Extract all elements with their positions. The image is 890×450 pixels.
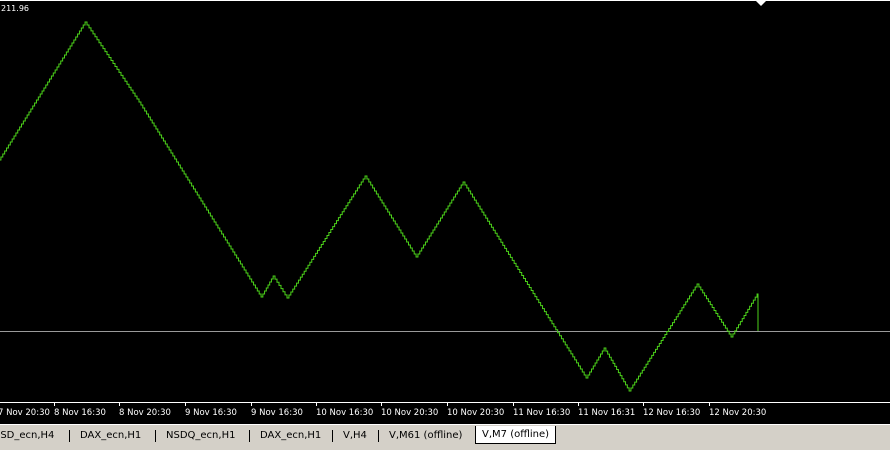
time-tick-label: 10 Nov 20:30 xyxy=(447,408,504,418)
time-tick-label: 8 Nov 20:30 xyxy=(119,408,171,418)
time-tick-label: 9 Nov 16:30 xyxy=(251,408,303,418)
chart-tab[interactable]: V,M7 (offline) xyxy=(475,426,557,444)
chart-tab[interactable]: DAX_ecn,H1 xyxy=(260,428,321,444)
time-tick-label: 7 Nov 20:30 xyxy=(0,408,50,418)
time-tick-label: 12 Nov 16:30 xyxy=(643,408,700,418)
time-tick-label: 8 Nov 16:30 xyxy=(54,408,106,418)
time-tick-label: 10 Nov 20:30 xyxy=(381,408,438,418)
time-tick-label: 10 Nov 16:30 xyxy=(316,408,373,418)
time-tick-label: 11 Nov 16:30 xyxy=(513,408,570,418)
chart-tab[interactable]: NSDQ_ecn,H1 xyxy=(166,428,235,444)
chart-tab[interactable]: USD_ecn,H4 xyxy=(0,428,54,444)
tab-separator xyxy=(332,430,333,442)
price-chart[interactable]: 211.96 7 Nov 20:30 8 Nov 16:30 8 Nov 20:30… xyxy=(0,0,890,450)
chart-tab[interactable]: DAX_ecn,H1 xyxy=(80,428,141,444)
top-price-label: 211.96 xyxy=(1,4,29,13)
tab-separator xyxy=(155,430,156,442)
time-tick-label: 9 Nov 16:30 xyxy=(185,408,237,418)
chart-tab[interactable]: V,M61 (offline) xyxy=(389,428,462,444)
chart-window[interactable]: 211.96 7 Nov 20:30 8 Nov 16:30 8 Nov 20:30… xyxy=(0,0,890,450)
time-tick-label: 12 Nov 20:30 xyxy=(709,408,766,418)
chart-tab-bar: USD_ecn,H4 DAX_ecn,H1 NSDQ_ecn,H1 DAX_ecn,H… xyxy=(0,424,890,450)
tab-separator xyxy=(69,430,70,442)
tab-separator xyxy=(378,430,379,442)
chart-tab[interactable]: V,H4 xyxy=(343,428,367,444)
tab-separator xyxy=(249,430,250,442)
time-tick-label: 11 Nov 16:31 xyxy=(578,408,635,418)
